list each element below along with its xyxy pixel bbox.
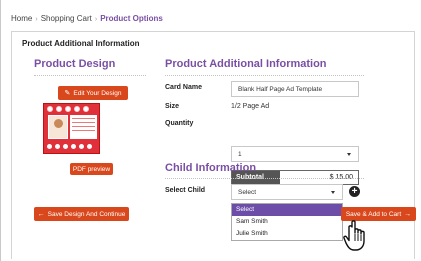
select-child-value: Select (238, 188, 257, 196)
divider (165, 178, 364, 179)
divider (34, 75, 146, 76)
dropdown-option[interactable]: Select (232, 204, 342, 216)
card-name-value: Blank Half Page Ad Template (238, 85, 323, 93)
dropdown-option[interactable]: Julie Smith (232, 228, 342, 240)
plus-icon: + (351, 186, 358, 197)
hand-pointer-icon (343, 220, 365, 251)
arrow-left-icon: ← (37, 210, 45, 218)
chevron-down-icon (331, 191, 335, 194)
quantity-label: Quantity (165, 120, 194, 127)
quantity-value: 1 (238, 150, 242, 158)
quantity-select[interactable]: 1 (231, 146, 359, 162)
select-child-label: Select Child (165, 187, 206, 194)
panel-title: Product Additional Information (22, 39, 140, 48)
breadcrumb-separator: › (35, 16, 38, 23)
breadcrumb-shopping-cart[interactable]: Shopping Cart (41, 14, 92, 23)
design-thumbnail[interactable] (43, 103, 100, 154)
arrow-right-icon: → (404, 210, 412, 218)
select-child-options: Select Sam Smith Julie Smith (231, 203, 343, 241)
select-child-dropdown[interactable]: Select (231, 184, 343, 200)
save-add-to-cart-label: Save & Add to Cart (345, 210, 402, 218)
child-information-heading: Child Information (165, 162, 257, 174)
divider (165, 75, 364, 76)
dropdown-option[interactable]: Sam Smith (232, 216, 342, 228)
pdf-preview-label: PDF preview (72, 165, 111, 173)
product-additional-info-heading: Product Additional Information (165, 58, 327, 70)
edit-icon: ✎ (64, 90, 71, 97)
pdf-preview-button[interactable]: PDF preview (70, 163, 113, 175)
breadcrumb-separator: › (94, 16, 98, 23)
edit-design-label: Edit Your Design (73, 89, 122, 97)
breadcrumb-current: Product Options (100, 14, 163, 23)
save-design-continue-button[interactable]: ← Save Design And Continue (34, 207, 129, 221)
card-name-field[interactable]: Blank Half Page Ad Template (231, 81, 359, 97)
save-add-to-cart-button[interactable]: Save & Add to Cart → (341, 207, 416, 221)
breadcrumb: Home › Shopping Cart › Product Options (11, 14, 163, 23)
chevron-down-icon (347, 153, 351, 156)
breadcrumb-home[interactable]: Home (11, 14, 32, 23)
save-design-continue-label: Save Design And Continue (47, 210, 126, 218)
page-frame: Home › Shopping Cart › Product Options Produ… (0, 0, 421, 261)
edit-design-button[interactable]: ✎ Edit Your Design (58, 86, 128, 100)
size-value: 1/2 Page Ad (231, 103, 270, 110)
product-design-heading: Product Design (34, 58, 116, 70)
add-child-button[interactable]: + (349, 186, 360, 197)
card-name-label: Card Name (165, 84, 202, 91)
size-label: Size (165, 103, 180, 110)
